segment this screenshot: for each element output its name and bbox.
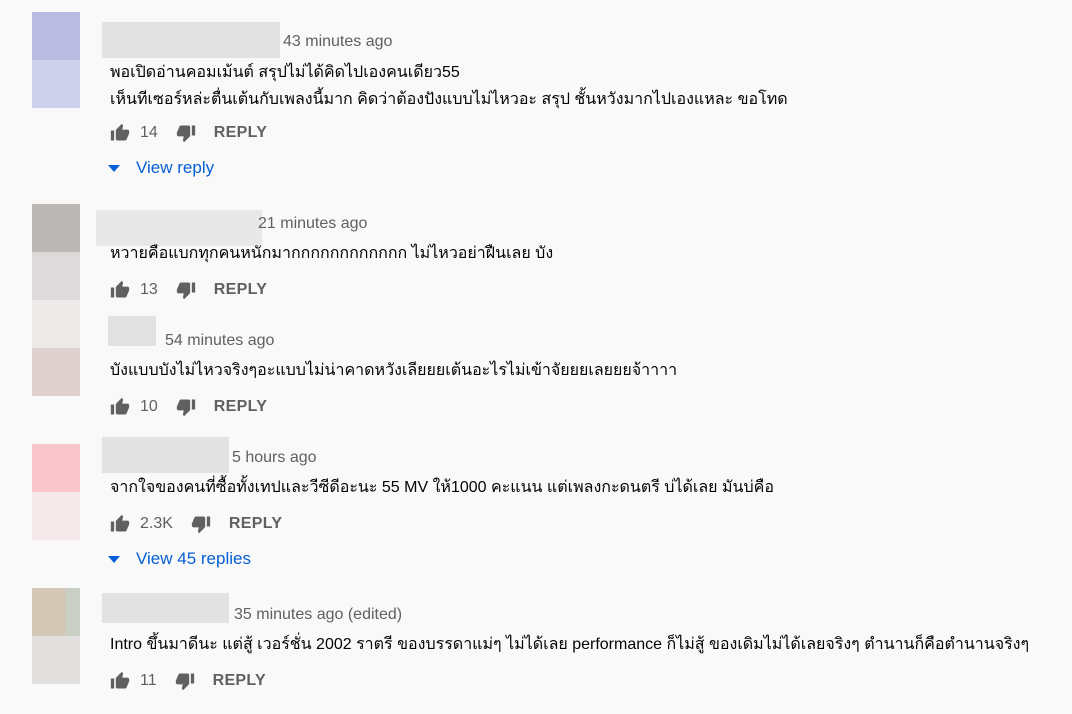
thumb-down-icon[interactable] [176,280,196,300]
comment-actions: 10 REPLY [110,395,267,419]
avatar[interactable] [32,444,80,540]
view-replies-label: View 45 replies [136,549,251,568]
comment-text: หวายคือแบกทุกคนหนักมากกกกกกกกกกกก ไม่ไหว… [110,240,553,267]
comment-line: จากใจของคนที่ซื้อทั้งเทปและวีซีดีอะนะ 55… [110,479,774,496]
reply-button[interactable]: REPLY [214,124,267,142]
view-replies-button[interactable]: View 45 replies [108,549,251,569]
avatar[interactable] [32,204,80,300]
comment-line: บังแบบบังไม่ไหวจริงๆอะแบบไม่น่าคาดหวังเล… [110,362,678,379]
comment-line: หวายคือแบกทุกคนหนักมากกกกกกกกกกกก ไม่ไหว… [110,245,554,262]
caret-down-icon [108,555,120,563]
thumb-down-icon[interactable] [175,671,195,691]
author-name[interactable] [102,437,229,473]
thumb-down-icon[interactable] [176,397,196,417]
like-count: 13 [140,281,158,298]
view-replies-button[interactable]: View reply [108,158,214,178]
comment-line: Intro ขึ้นมาดีนะ แต่สู้ เวอร์ชั่น 2002 ร… [110,636,1030,653]
thumb-down-icon[interactable] [191,514,211,534]
author-name[interactable] [102,22,280,58]
reply-button[interactable]: REPLY [229,515,282,533]
like-count: 11 [140,672,157,689]
author-name[interactable] [102,593,229,623]
comment-text: บังแบบบังไม่ไหวจริงๆอะแบบไม่น่าคาดหวังเล… [110,357,677,384]
comment-line: เห็นทีเซอร์หล่ะตื่นเต้นกับเพลงนี้มาก คิด… [110,91,788,108]
like-count: 10 [140,398,158,415]
comment-text: พอเปิดอ่านคอมเม้นต์ สรุปไม่ได้คิดไปเองคน… [110,59,788,113]
thumb-up-icon[interactable] [110,280,130,300]
comment-text: จากใจของคนที่ซื้อทั้งเทปและวีซีดีอะนะ 55… [110,474,774,501]
thumb-down-icon[interactable] [176,123,196,143]
thumb-up-icon[interactable] [110,123,130,143]
comment-line: พอเปิดอ่านคอมเม้นต์ สรุปไม่ได้คิดไปเองคน… [110,64,460,81]
comment-actions: 2.3K REPLY [110,512,282,536]
comment-timestamp[interactable]: 35 minutes ago (edited) [234,606,402,624]
comment-actions: 14 REPLY [110,121,267,145]
avatar[interactable] [32,300,80,396]
author-name[interactable] [108,316,156,346]
comment-timestamp[interactable]: 43 minutes ago [283,33,392,51]
thumb-up-icon[interactable] [110,671,130,691]
reply-button[interactable]: REPLY [213,672,266,690]
comment-actions: 13 REPLY [110,278,267,302]
comment-actions: 11 REPLY [110,669,266,693]
like-count: 2.3K [140,515,173,532]
comment-timestamp[interactable]: 21 minutes ago [258,215,367,233]
view-replies-label: View reply [136,158,215,177]
avatar[interactable] [32,588,80,684]
avatar[interactable] [32,12,80,108]
thumb-up-icon[interactable] [110,514,130,534]
reply-button[interactable]: REPLY [214,281,267,299]
comment-timestamp[interactable]: 5 hours ago [232,449,317,467]
comment-text: Intro ขึ้นมาดีนะ แต่สู้ เวอร์ชั่น 2002 ร… [110,631,1029,658]
thumb-up-icon[interactable] [110,397,130,417]
comment-timestamp[interactable]: 54 minutes ago [165,332,274,350]
caret-down-icon [108,164,120,172]
like-count: 14 [140,124,158,141]
reply-button[interactable]: REPLY [214,398,267,416]
